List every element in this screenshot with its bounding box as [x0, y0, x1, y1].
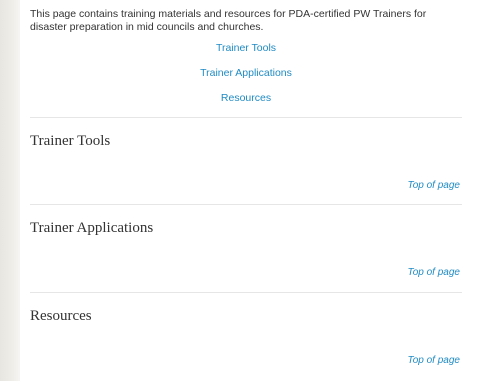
- toc-link-trainer-tools[interactable]: Trainer Tools: [30, 42, 462, 55]
- left-decorative-strip: [0, 0, 20, 381]
- table-of-contents: Trainer Tools Trainer Applications Resou…: [30, 42, 462, 105]
- section-resources: Resources Top of page: [30, 292, 462, 381]
- intro-paragraph: This page contains training materials an…: [30, 8, 427, 33]
- main-content: This page contains training materials an…: [30, 0, 462, 366]
- top-of-page-link[interactable]: Top of page: [408, 180, 460, 191]
- toc-link-trainer-applications[interactable]: Trainer Applications: [30, 67, 462, 80]
- top-of-page-link[interactable]: Top of page: [408, 355, 460, 366]
- section-trainer-applications: Trainer Applications Top of page: [30, 204, 462, 293]
- section-heading: Resources: [30, 308, 92, 324]
- toc-link-resources[interactable]: Resources: [30, 92, 462, 105]
- section-heading: Trainer Applications: [30, 220, 154, 236]
- section-trainer-tools: Trainer Tools Top of page: [30, 117, 462, 205]
- section-heading: Trainer Tools: [30, 133, 111, 149]
- top-of-page-link[interactable]: Top of page: [408, 267, 460, 278]
